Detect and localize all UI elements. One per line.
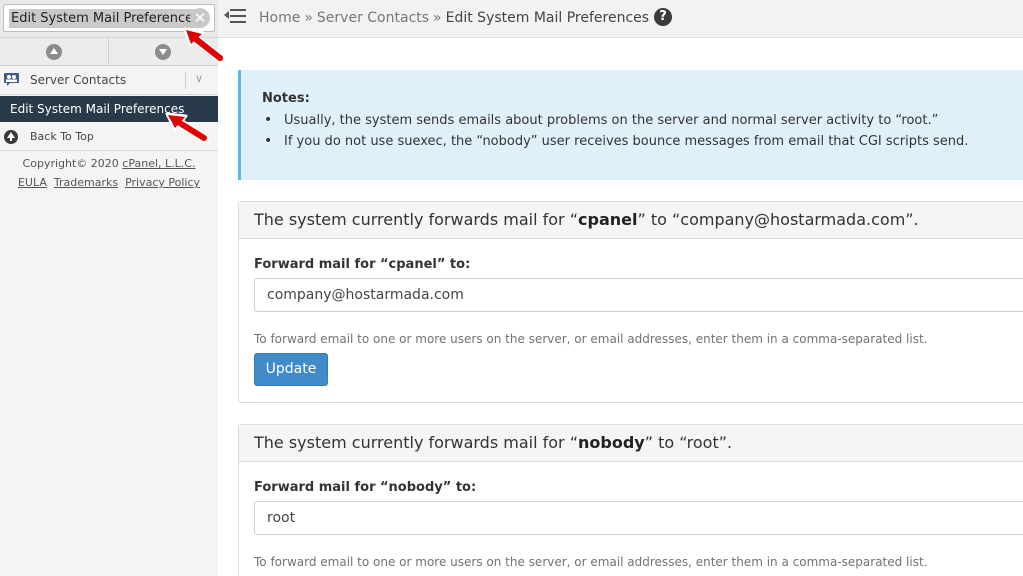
search-input-value[interactable]: Edit System Mail Preferences — [9, 9, 202, 28]
divider — [185, 72, 186, 89]
forward-panel-nobody: The system currently forwards mail for “… — [238, 424, 1023, 576]
breadcrumb-separator: » — [433, 10, 442, 26]
main-content: Notes: Usually, the system sends emails … — [218, 38, 1023, 576]
chevron-down-icon[interactable]: ∨ — [195, 72, 203, 85]
breadcrumb: Home» Server Contacts» Edit System Mail Pr… — [259, 8, 673, 27]
footer-links: EULA Trademarks Privacy Policy — [0, 176, 218, 189]
privacy-policy-link[interactable]: Privacy Policy — [125, 176, 200, 189]
sidebar-empty-area — [0, 196, 218, 576]
sidebar: Edit System Mail Preferences ✕ Server Co… — [0, 0, 218, 576]
panel-title: The system currently forwards mail for “… — [254, 433, 733, 452]
forward-cpanel-input[interactable]: company@hostarmada.com — [254, 278, 1023, 312]
breadcrumb-separator: » — [304, 10, 313, 26]
sidebar-group-label: Server Contacts — [30, 73, 127, 87]
panel-user: nobody — [578, 433, 645, 452]
cpanel-link[interactable]: cPanel, L.L.C. — [122, 157, 195, 170]
breadcrumb-home[interactable]: Home — [259, 10, 300, 26]
trademarks-link[interactable]: Trademarks — [54, 176, 118, 189]
panel-heading: The system currently forwards mail for “… — [239, 425, 1023, 462]
update-button[interactable]: Update — [254, 353, 328, 386]
notes-callout: Notes: Usually, the system sends emails … — [238, 70, 1023, 180]
header: Home» Server Contacts» Edit System Mail Pr… — [218, 0, 1023, 38]
annotation-arrow-icon — [183, 27, 226, 64]
copyright: Copyright© 2020 cPanel, L.L.C. — [0, 157, 218, 170]
contacts-icon — [4, 73, 19, 86]
panel-user: cpanel — [578, 210, 638, 229]
notes-list: Usually, the system sends emails about p… — [264, 110, 968, 152]
forward-help-text: To forward email to one or more users on… — [254, 555, 928, 569]
copyright-text: Copyright© 2020 — [22, 157, 123, 170]
panel-heading: The system currently forwards mail for “… — [239, 202, 1023, 239]
breadcrumb-server-contacts[interactable]: Server Contacts — [317, 10, 429, 26]
notes-item: If you do not use suexec, the “nobody” u… — [264, 131, 968, 152]
notes-title: Notes: — [262, 91, 310, 106]
annotation-arrow-icon — [165, 112, 210, 144]
sidebar-footer: Copyright© 2020 cPanel, L.L.C. EULA Trad… — [0, 152, 218, 196]
scroll-up-button[interactable] — [0, 38, 109, 66]
breadcrumb-current: Edit System Mail Preferences — [445, 10, 650, 26]
menu-collapse-icon[interactable] — [224, 8, 246, 26]
eula-link[interactable]: EULA — [18, 176, 47, 189]
notes-item: Usually, the system sends emails about p… — [264, 110, 968, 131]
sidebar-group-server-contacts[interactable]: Server Contacts ∨ — [0, 66, 218, 95]
forward-panel-cpanel: The system currently forwards mail for “… — [238, 201, 1023, 403]
back-to-top-label: Back To Top — [30, 130, 94, 143]
forward-help-text: To forward email to one or more users on… — [254, 332, 928, 346]
forward-field-label: Forward mail for “nobody” to: — [254, 480, 477, 495]
arrow-up-circle-icon — [4, 130, 18, 144]
forward-nobody-input[interactable]: root — [254, 501, 1023, 535]
close-icon[interactable]: ✕ — [190, 8, 210, 28]
panel-title: The system currently forwards mail for “… — [254, 210, 919, 229]
chevron-down-circle-icon — [155, 44, 171, 60]
chevron-up-circle-icon — [46, 44, 62, 60]
help-icon[interactable]: ? — [654, 8, 673, 26]
forward-field-label: Forward mail for “cpanel” to: — [254, 257, 471, 272]
